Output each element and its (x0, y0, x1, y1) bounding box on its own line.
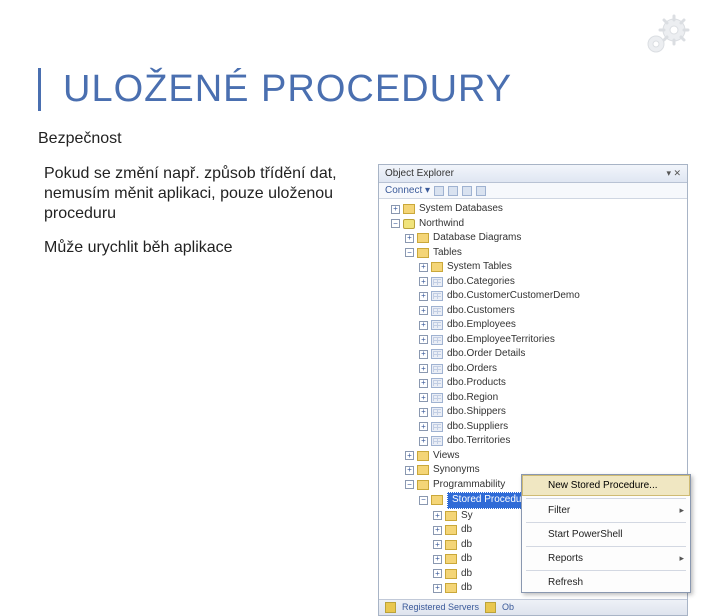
toolbar-icon[interactable] (434, 186, 444, 196)
title-block: ULOŽENÉ PROCEDURY (38, 68, 512, 111)
tree-node-table: +dbo.CustomerCustomerDemo (383, 289, 687, 304)
tree-node-table: +dbo.Customers (383, 304, 687, 319)
toolbar-icon[interactable] (448, 186, 458, 196)
tree-node-views: +Views (383, 449, 687, 464)
menu-item-refresh[interactable]: Refresh (522, 573, 690, 592)
tree-node-table: +dbo.EmployeeTerritories (383, 333, 687, 348)
panel-toolbar[interactable]: Connect ▾ (379, 183, 687, 199)
object-explorer-panel: Object Explorer ▾ ✕ Connect ▾ +System Da… (378, 164, 688, 616)
toolbar-icon[interactable] (462, 186, 472, 196)
menu-item-filter[interactable]: Filter (522, 501, 690, 520)
tree-node-table: +dbo.Categories (383, 275, 687, 290)
object-explorer-icon (485, 602, 496, 613)
connect-dropdown[interactable]: Connect ▾ (385, 185, 430, 196)
paragraph-2: Může urychlit běh aplikace (44, 238, 354, 258)
tree-node-table: +dbo.Territories (383, 434, 687, 449)
object-explorer-tab[interactable]: Ob (502, 602, 514, 612)
paragraph-1: Pokud se změní např. způsob třídění dat,… (44, 164, 354, 224)
tree-node-system-databases: +System Databases (383, 202, 687, 217)
page-title: ULOŽENÉ PROCEDURY (63, 68, 512, 111)
tree-node-table: +dbo.Employees (383, 318, 687, 333)
registered-servers-icon (385, 602, 396, 613)
tree-node-table: +dbo.Products (383, 376, 687, 391)
tree-node-northwind: −Northwind (383, 217, 687, 232)
tree-node-table: +dbo.Order Details (383, 347, 687, 362)
menu-separator (526, 498, 686, 499)
menu-item-start-powershell[interactable]: Start PowerShell (522, 525, 690, 544)
menu-separator (526, 546, 686, 547)
menu-item-reports[interactable]: Reports (522, 549, 690, 568)
menu-separator (526, 522, 686, 523)
tree-node-tables: −Tables (383, 246, 687, 261)
tree-node-table: +dbo.Shippers (383, 405, 687, 420)
toolbar-icon[interactable] (476, 186, 486, 196)
context-menu[interactable]: New Stored Procedure... Filter Start Pow… (521, 474, 691, 593)
gears-icon (640, 14, 696, 63)
status-bar: Registered Servers Ob (379, 599, 687, 615)
tree-node-table: +dbo.Region (383, 391, 687, 406)
panel-title: Object Explorer (385, 168, 454, 179)
body-text: Pokud se změní např. způsob třídění dat,… (44, 164, 354, 272)
tree-node-table: +dbo.Orders (383, 362, 687, 377)
menu-separator (526, 570, 686, 571)
panel-titlebar: Object Explorer ▾ ✕ (379, 165, 687, 183)
tree-node-diagrams: +Database Diagrams (383, 231, 687, 246)
panel-controls[interactable]: ▾ ✕ (666, 168, 681, 179)
tree-node-table: +System Tables (383, 260, 687, 275)
subtitle: Bezpečnost (38, 130, 122, 148)
menu-item-new-stored-procedure[interactable]: New Stored Procedure... (522, 475, 690, 496)
tree-node-table: +dbo.Suppliers (383, 420, 687, 435)
registered-servers-label[interactable]: Registered Servers (402, 602, 479, 612)
